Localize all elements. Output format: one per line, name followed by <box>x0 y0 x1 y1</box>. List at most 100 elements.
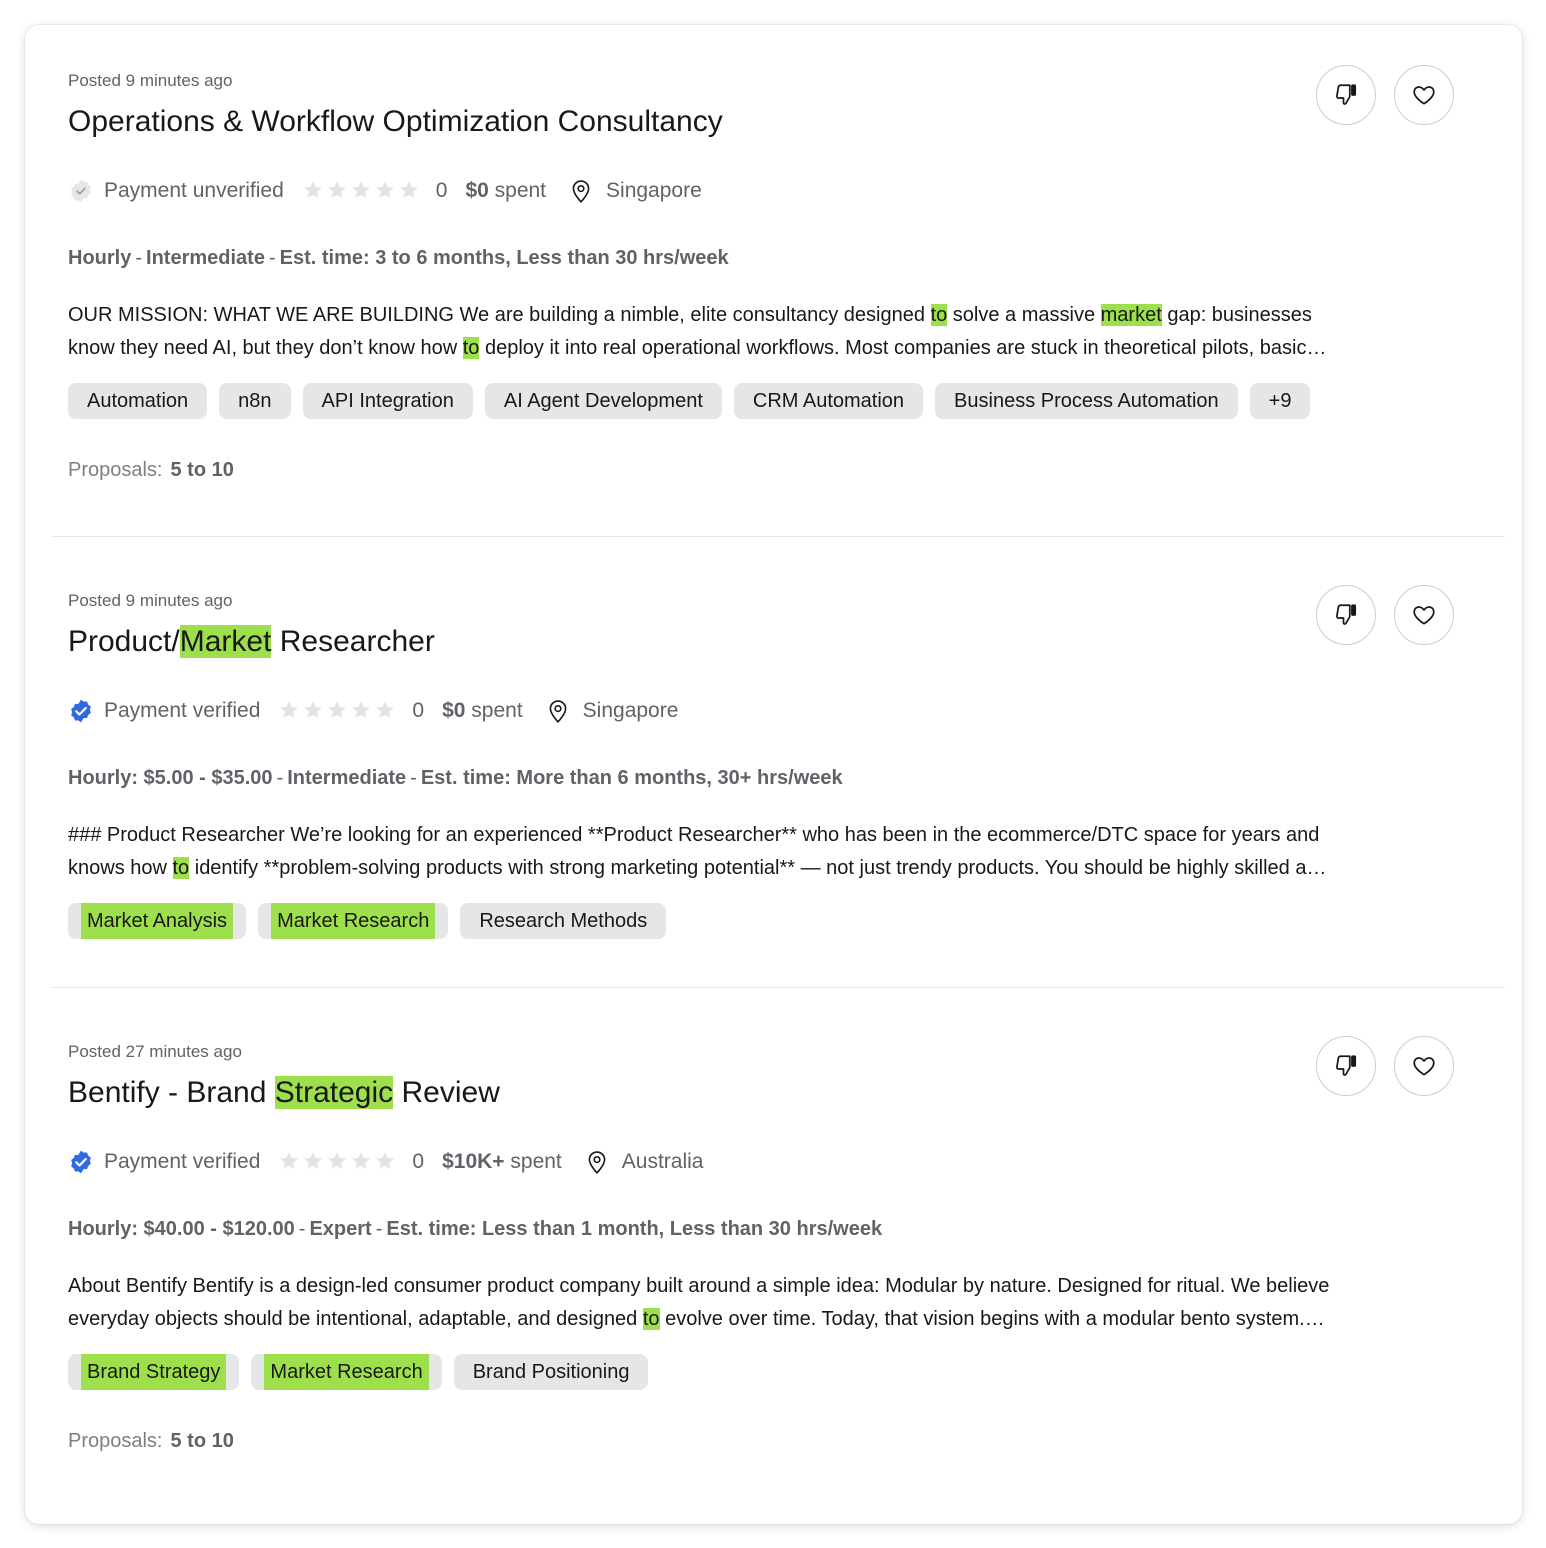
job-feed-card: Posted 9 minutes ago Operations & Workflo… <box>25 25 1522 1524</box>
job-tile[interactable]: Posted 9 minutes ago Product/Market Resea… <box>25 545 1522 996</box>
terms-separator: - <box>135 247 143 269</box>
job-term: Est. time: Less than 1 month, Less than … <box>386 1218 883 1240</box>
skill-tag[interactable]: Automation <box>68 383 208 419</box>
proposals-count: Proposals: 5 to 10 <box>68 1430 234 1453</box>
save-job-button[interactable] <box>1394 1036 1454 1096</box>
skill-tag-label: API Integration <box>321 390 454 412</box>
job-title-part: Bentify - Brand <box>68 1076 275 1109</box>
heart-icon <box>1411 82 1437 108</box>
star-icon <box>350 699 374 723</box>
skill-tag[interactable]: +9 <box>1249 383 1311 419</box>
skill-tag[interactable]: CRM Automation <box>733 383 924 419</box>
job-term: Intermediate <box>287 767 407 789</box>
client-spent: $10K+ spent <box>442 1150 562 1174</box>
skill-tag-label: AI Agent Development <box>503 390 703 412</box>
skill-tag[interactable]: Brand Strategy <box>68 1354 240 1390</box>
job-tile[interactable]: Posted 27 minutes ago Bentify - Brand Str… <box>25 996 1522 1524</box>
star-icon <box>374 1150 398 1174</box>
job-term: Est. time: 3 to 6 months, Less than 30 h… <box>279 247 729 269</box>
skill-tag[interactable]: Research Methods <box>460 903 667 939</box>
save-job-button[interactable] <box>1394 65 1454 125</box>
description-segment: to <box>172 857 190 879</box>
description-segment: know they need AI, but they don’t know h… <box>68 337 463 359</box>
terms-separator: - <box>375 1218 383 1240</box>
star-icon <box>350 179 374 203</box>
star-icon <box>278 699 302 723</box>
job-title[interactable]: Product/Market Researcher <box>68 625 435 659</box>
skill-tags: Brand Strategy Market Research Brand Posit… <box>68 1354 649 1390</box>
dislike-button[interactable] <box>1316 585 1376 645</box>
terms-separator: - <box>410 767 417 789</box>
skill-tag-label: Automation <box>87 390 189 412</box>
job-title-part: Market <box>179 625 272 658</box>
proposals-value: 5 to 10 <box>170 1430 234 1452</box>
client-spent-suffix: spent <box>488 179 547 202</box>
description-line: ### Product Researcher We’re looking for… <box>68 819 1458 852</box>
description-segment: market <box>1100 304 1162 326</box>
job-term: Hourly: $40.00 - $120.00 <box>68 1218 295 1240</box>
skill-tag[interactable]: API Integration <box>302 383 473 419</box>
job-title[interactable]: Bentify - Brand Strategic Review <box>68 1076 500 1110</box>
job-term: Hourly <box>68 247 132 269</box>
client-spent: $0 spent <box>465 179 546 203</box>
client-spent-amount: $0 <box>465 179 489 202</box>
dislike-button[interactable] <box>1316 1036 1376 1096</box>
dislike-button[interactable] <box>1316 65 1376 125</box>
skill-tag[interactable]: Market Research <box>251 1354 442 1390</box>
job-divider <box>52 536 1505 537</box>
job-title-part: Researcher <box>271 625 435 658</box>
job-terms: Hourly - Intermediate - Est. time: 3 to 6 mo… <box>68 247 729 270</box>
job-title-part: Operations & Workflow Optimization Consu… <box>68 105 723 138</box>
client-location: Australia <box>621 1150 704 1173</box>
payment-status: Payment verified <box>104 699 261 722</box>
heart-icon <box>1411 602 1437 628</box>
job-title[interactable]: Operations & Workflow Optimization Consu… <box>68 105 723 139</box>
description-segment: to <box>462 337 480 359</box>
job-terms: Hourly: $40.00 - $120.00- Expert - Est. tim… <box>68 1218 882 1241</box>
job-title-part: Strategic <box>274 1076 394 1109</box>
skill-tag-label: Brand Strategy <box>81 1354 227 1390</box>
skill-tag[interactable]: Market Research <box>258 903 449 939</box>
verified-badge-icon <box>68 1149 94 1175</box>
star-icon <box>374 179 398 203</box>
job-description: ### Product Researcher We’re looking for… <box>68 819 1458 885</box>
description-segment: solve a massive <box>947 304 1101 326</box>
heart-icon <box>1411 1053 1437 1079</box>
skill-tag[interactable]: Market Analysis <box>68 903 247 939</box>
client-location: Singapore <box>582 699 679 722</box>
description-line: About Bentify Bentify is a design-led co… <box>68 1270 1458 1303</box>
client-info-row: Payment verified 0 $0 spent Singapore <box>68 695 678 727</box>
client-spent-amount: $0 <box>442 699 466 722</box>
skill-tags: Automation n8n API Integration AI Agent Dev… <box>68 383 1311 419</box>
posted-time: Posted 9 minutes ago <box>68 591 233 610</box>
client-spent-suffix: spent <box>465 699 523 722</box>
thumbs-down-icon <box>1333 82 1359 108</box>
job-title-part: Product/ <box>68 625 180 658</box>
skill-tag[interactable]: n8n <box>219 383 291 419</box>
skill-tag[interactable]: Business Process Automation <box>935 383 1238 419</box>
proposals-label: Proposals: <box>68 1430 163 1452</box>
thumbs-down-icon <box>1333 602 1359 628</box>
skill-tag-label: CRM Automation <box>752 390 905 412</box>
job-divider <box>52 987 1505 988</box>
skill-tag-label: Business Process Automation <box>954 390 1219 412</box>
description-segment: evolve over time. Today, that vision beg… <box>659 1308 1325 1330</box>
save-job-button[interactable] <box>1394 585 1454 645</box>
client-rating-stars <box>278 699 398 723</box>
posted-time: Posted 27 minutes ago <box>68 1042 242 1061</box>
description-line: everyday objects should be intentional, … <box>68 1303 1458 1336</box>
proposals-count: Proposals: 5 to 10 <box>68 459 234 482</box>
client-location: Singapore <box>606 179 702 202</box>
skill-tag-label: Market Analysis <box>81 903 234 939</box>
job-tile[interactable]: Posted 9 minutes ago Operations & Workflo… <box>25 25 1522 537</box>
description-segment: to <box>642 1308 660 1330</box>
job-description: About Bentify Bentify is a design-led co… <box>68 1270 1458 1336</box>
skill-tag[interactable]: Brand Positioning <box>453 1354 649 1390</box>
client-spent-amount: $10K+ <box>442 1150 505 1173</box>
skill-tag[interactable]: AI Agent Development <box>484 383 722 419</box>
client-rating-stars <box>302 179 422 203</box>
unverified-badge-icon <box>68 178 94 204</box>
proposals-label: Proposals: <box>68 459 163 481</box>
client-rating-value: 0 <box>412 699 425 722</box>
verified-badge-icon <box>68 698 94 724</box>
